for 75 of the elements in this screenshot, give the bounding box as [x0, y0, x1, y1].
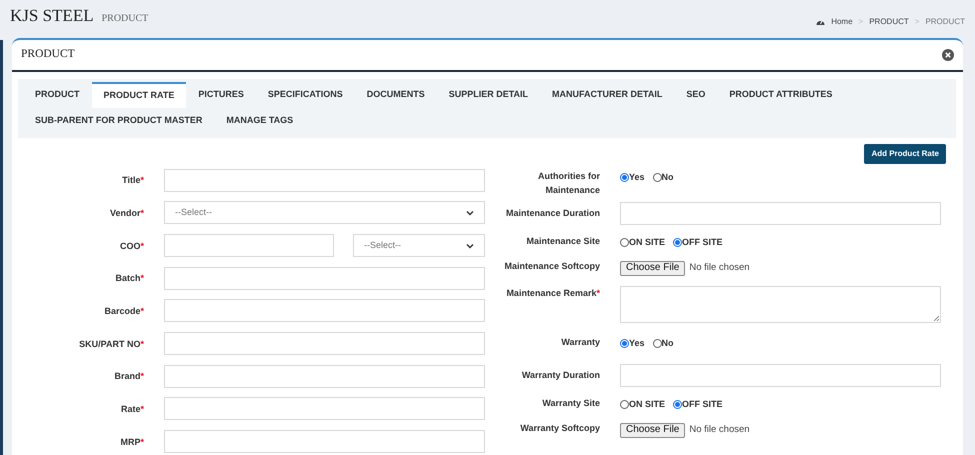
radio-label: Yes [629, 170, 645, 184]
field-label: Maintenance Softcopy [504, 260, 600, 271]
dashboard-icon [816, 18, 826, 26]
tab[interactable]: PRODUCT ATTRIBUTES [717, 82, 844, 108]
input-field[interactable] [164, 397, 485, 420]
input-field[interactable] [164, 332, 485, 356]
radio-button[interactable] [620, 339, 629, 348]
breadcrumb-link[interactable]: PRODUCT [869, 16, 909, 28]
field-label: Maintenance Site [526, 236, 600, 246]
app-title: KJS STEEL [10, 4, 94, 26]
radio-label: No [662, 170, 674, 184]
input-field[interactable] [620, 202, 941, 225]
breadcrumb-separator: > [858, 16, 864, 28]
choose-file-button[interactable]: Choose File [620, 260, 686, 276]
input-field[interactable] [164, 299, 485, 322]
input-field[interactable] [164, 266, 485, 290]
chevron-down-icon [466, 210, 474, 216]
tab[interactable]: SPECIFICATIONS [256, 82, 355, 108]
tab[interactable]: MANUFACTURER DETAIL [540, 82, 674, 108]
tab[interactable]: PRODUCT [23, 82, 92, 108]
field-label: Batch* [115, 273, 144, 284]
field-label: Brand* [114, 371, 144, 382]
field-label: Warranty [561, 336, 600, 347]
field-label: Rate* [120, 404, 144, 414]
field-label: Authorities for Maintenance [538, 170, 600, 195]
input-field[interactable] [164, 430, 485, 454]
radio-button[interactable] [652, 173, 662, 182]
radio-button[interactable] [620, 400, 629, 410]
radio-label: ON SITE [629, 398, 666, 411]
field-label: Maintenance Duration [506, 208, 600, 218]
field-label: Warranty Duration [522, 370, 600, 380]
field-label: Warranty Softcopy [520, 422, 600, 433]
radio-button[interactable] [620, 238, 629, 248]
tab[interactable]: SEO [674, 82, 718, 108]
field-label: Title* [122, 175, 144, 186]
tab[interactable]: PICTURES [186, 82, 256, 108]
radio-button[interactable] [673, 238, 682, 248]
text-area[interactable] [620, 286, 941, 323]
chevron-down-icon [466, 242, 474, 249]
tab[interactable]: DOCUMENTS [354, 82, 437, 108]
add-product-rate-button[interactable]: Add Product Rate [864, 144, 946, 164]
file-status: No file chosen [689, 261, 750, 276]
breadcrumb-separator: > [914, 16, 920, 28]
radio-label: ON SITE [629, 236, 666, 249]
page-subtitle: PRODUCT [102, 12, 148, 26]
tab[interactable]: PRODUCT RATE [92, 82, 186, 108]
radio-label: Yes [629, 336, 645, 350]
resize-handle-icon [933, 314, 939, 321]
field-label: MRP* [120, 436, 144, 447]
radio-label: OFF SITE [682, 398, 723, 411]
close-icon[interactable] [942, 48, 954, 61]
tab[interactable]: MANAGE TAGS [214, 108, 306, 134]
input-field[interactable] [164, 168, 485, 192]
field-label: Vendor* [110, 208, 144, 218]
select-field[interactable]: --Select-- [164, 201, 485, 224]
select-field[interactable]: --Select-- [353, 234, 485, 258]
field-label: Warranty Site [542, 398, 600, 408]
input-field[interactable] [164, 364, 485, 388]
input-field[interactable] [164, 234, 334, 258]
choose-file-button[interactable]: Choose File [620, 422, 686, 438]
card-title: PRODUCT [21, 47, 75, 62]
radio-label: No [662, 336, 674, 350]
field-label: COO* [120, 240, 144, 251]
breadcrumb-link[interactable]: Home [831, 16, 853, 28]
file-status: No file chosen [689, 423, 750, 438]
tab[interactable]: SUPPLIER DETAIL [436, 82, 540, 108]
radio-button[interactable] [652, 339, 662, 348]
tab[interactable]: SUB-PARENT FOR PRODUCT MASTER [23, 108, 214, 134]
field-label: Maintenance Remark* [506, 288, 600, 298]
radio-label: OFF SITE [682, 236, 723, 249]
field-label: Barcode* [104, 306, 144, 316]
radio-button[interactable] [673, 400, 682, 410]
input-field[interactable] [620, 364, 941, 387]
field-label: SKU/PART NO* [79, 338, 144, 349]
radio-button[interactable] [620, 173, 629, 182]
